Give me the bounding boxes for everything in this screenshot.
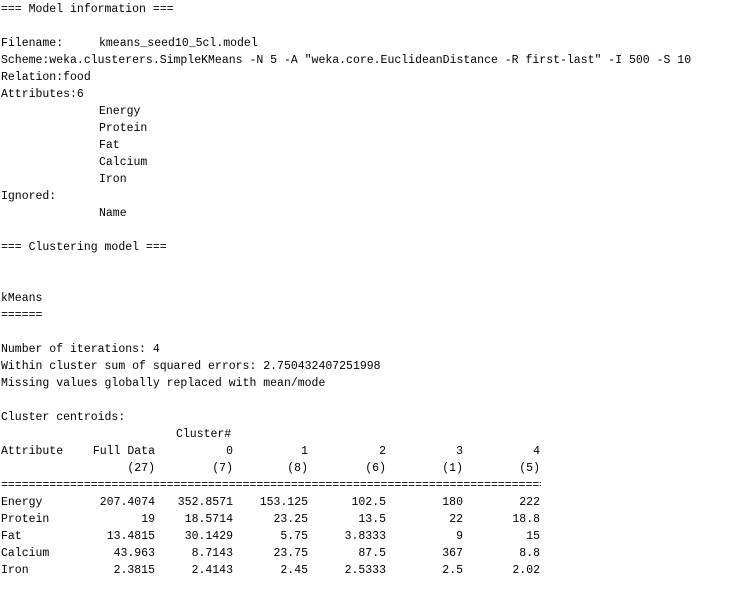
full-data-column-header: Full Data <box>92 445 155 458</box>
scheme-line: Scheme:weka.clusterers.SimpleKMeans -N 5… <box>1 54 692 67</box>
row-centroid: 22 <box>449 513 463 526</box>
row-centroid: 180 <box>442 496 463 509</box>
cluster-id-header: 4 <box>533 445 540 458</box>
ignored-item: Name <box>99 207 127 220</box>
ignored-label: Ignored: <box>1 190 57 203</box>
row-centroid: 222 <box>519 496 540 509</box>
row-full-data: 207.4074 <box>99 496 155 509</box>
filename-label: Filename: <box>1 37 64 50</box>
row-attribute: Iron <box>1 564 29 577</box>
clustering-model-header: === Clustering model === <box>1 241 167 254</box>
table-separator: ========================================… <box>1 479 541 492</box>
attribute-column-header: Attribute <box>1 445 64 458</box>
attributes-label: Attributes:6 <box>1 88 84 101</box>
row-centroid: 13.5 <box>358 513 386 526</box>
centroids-label: Cluster centroids: <box>1 411 126 424</box>
model-info-header: === Model information === <box>1 3 174 16</box>
row-centroid: 3.8333 <box>344 530 386 543</box>
row-centroid: 2.45 <box>280 564 308 577</box>
row-centroid: 15 <box>526 530 540 543</box>
row-attribute: Calcium <box>1 547 50 560</box>
iterations-line: Number of iterations: 4 <box>1 343 160 356</box>
row-centroid: 352.8571 <box>177 496 233 509</box>
row-centroid: 2.5 <box>442 564 463 577</box>
attribute-item: Protein <box>99 122 148 135</box>
cluster-count: (8) <box>287 462 308 475</box>
row-attribute: Fat <box>1 530 22 543</box>
attribute-item: Fat <box>99 139 120 152</box>
row-centroid: 30.1429 <box>184 530 233 543</box>
relation-line: Relation:food <box>1 71 91 84</box>
attribute-item: Calcium <box>99 156 148 169</box>
attribute-item: Iron <box>99 173 127 186</box>
row-centroid: 2.5333 <box>344 564 386 577</box>
sse-line: Within cluster sum of squared errors: 2.… <box>1 360 381 373</box>
cluster-id-header: 2 <box>379 445 386 458</box>
missing-values-line: Missing values globally replaced with me… <box>1 377 326 390</box>
row-centroid: 102.5 <box>351 496 386 509</box>
row-centroid: 18.8 <box>512 513 540 526</box>
cluster-count: (7) <box>212 462 233 475</box>
row-centroid: 2.4143 <box>191 564 233 577</box>
row-centroid: 367 <box>442 547 463 560</box>
cluster-id-header: 0 <box>226 445 233 458</box>
row-centroid: 23.25 <box>273 513 308 526</box>
algorithm-name: kMeans <box>1 292 43 305</box>
row-attribute: Protein <box>1 513 50 526</box>
row-centroid: 5.75 <box>280 530 308 543</box>
row-full-data: 43.963 <box>113 547 155 560</box>
row-centroid: 2.02 <box>512 564 540 577</box>
row-full-data: 19 <box>141 513 155 526</box>
cluster-count: (6) <box>365 462 386 475</box>
row-centroid: 153.125 <box>259 496 308 509</box>
cluster-id-header: 3 <box>456 445 463 458</box>
row-full-data: 13.4815 <box>106 530 155 543</box>
cluster-header: Cluster# <box>176 428 232 441</box>
cluster-id-header: 1 <box>301 445 308 458</box>
row-attribute: Energy <box>1 496 43 509</box>
row-centroid: 23.75 <box>273 547 308 560</box>
row-full-data: 2.3815 <box>113 564 155 577</box>
row-centroid: 18.5714 <box>184 513 233 526</box>
row-centroid: 87.5 <box>358 547 386 560</box>
full-data-count: (27) <box>127 462 155 475</box>
filename-value: kmeans_seed10_5cl.model <box>99 37 258 50</box>
row-centroid: 8.8 <box>519 547 540 560</box>
cluster-count: (5) <box>519 462 540 475</box>
algorithm-underline: ====== <box>1 309 43 322</box>
attribute-item: Energy <box>99 105 141 118</box>
row-centroid: 8.7143 <box>191 547 233 560</box>
row-centroid: 9 <box>456 530 463 543</box>
cluster-count: (1) <box>442 462 463 475</box>
